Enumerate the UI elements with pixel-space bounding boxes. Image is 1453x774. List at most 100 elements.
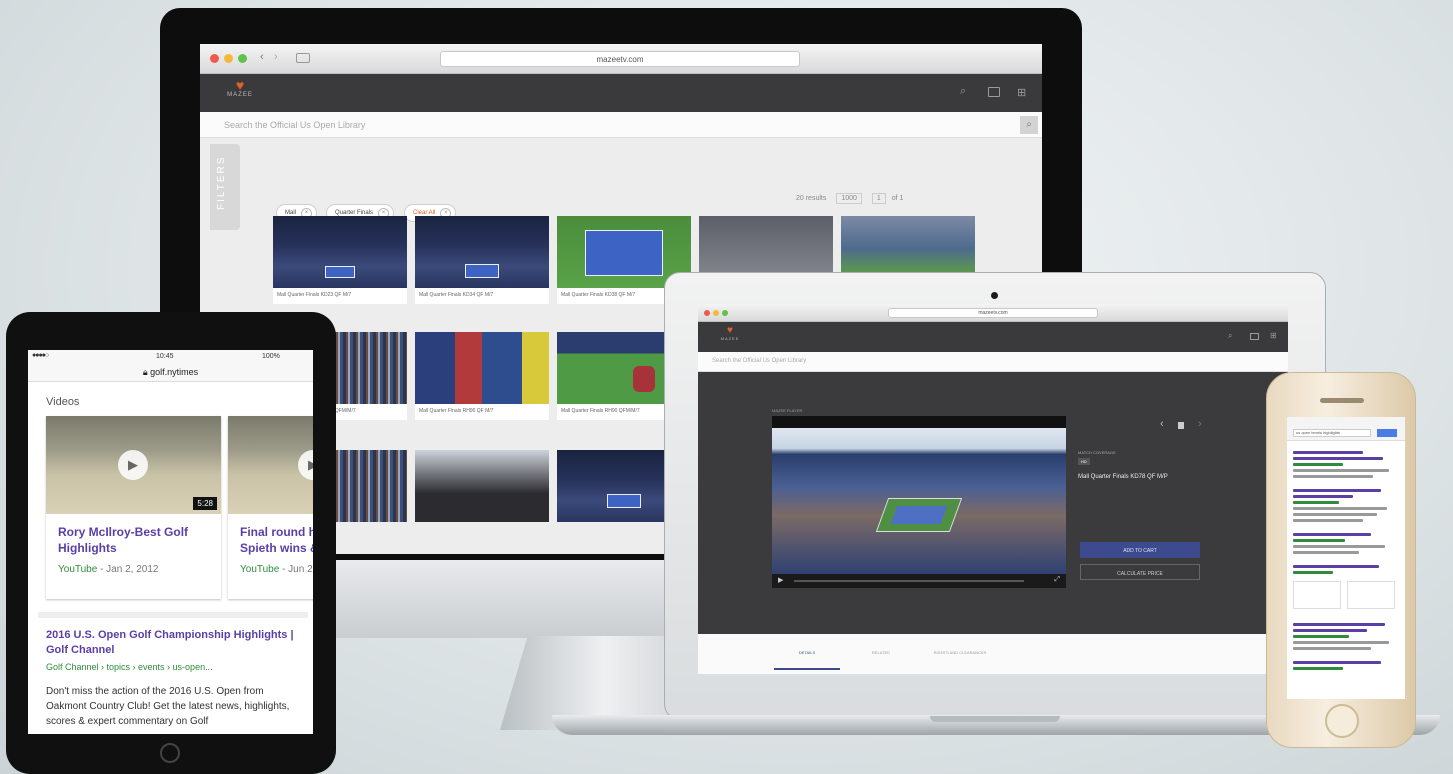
video-card-title[interactable]: Final round h U.S. Open G Spieth wins & [228,514,313,556]
add-to-cart-button[interactable]: ADD TO CART [1080,542,1200,558]
video-card[interactable]: ▶ 5:28 Rory McIlroy-Best Golf Highlights… [46,416,221,599]
laptop-search-bar[interactable]: Search the Official Us Open Library [698,352,1288,372]
cart-icon[interactable]: ⊞ [1017,86,1026,99]
close-dot-icon[interactable] [704,310,710,316]
minimize-dot-icon[interactable] [713,310,719,316]
pagination: 20 results 1000 1 of 1 [796,193,903,204]
tab-rights-and-clearances[interactable]: RIGHTS AND CLEARANCES [910,648,1010,670]
lock-icon: 🔒︎ [142,367,148,377]
search-result-snippet: Don't miss the action of the 2016 U.S. O… [46,686,290,727]
videos-section-title: Videos [46,396,80,408]
video-caption: Mall Quarter Finals RH90 QF M/7 [415,404,549,420]
video-player[interactable]: ▶ ⤢ [772,416,1066,588]
play-icon[interactable]: ▶ [118,450,148,480]
imac-app-header: ♥ MAZEE ⌕ ⊞ [200,74,1042,112]
laptop-url-text: mazeetv.com [978,310,1008,316]
ipad-screen: ●●●●○ 10:45 100% 🔒︎ golf.nytimes Videos … [28,350,313,734]
filters-tab[interactable]: FILTERS [210,144,240,230]
video-card-title[interactable]: Rory McIlroy-Best Golf Highlights [46,514,221,556]
tab-related[interactable]: RELATED [848,648,914,670]
results-count: 20 results [796,195,827,202]
signal-icon: ●●●●○ [32,352,49,359]
video-card-source: YouTube - Jun 2 [240,564,313,575]
progress-bar[interactable] [794,580,1024,582]
search-icon[interactable]: ⌕ [1228,331,1232,341]
next-arrow-icon[interactable]: › [1198,418,1202,430]
laptop-screen: mazeetv.com ♥ MAZEE ⌕ ⊞ Search the Offic… [698,304,1288,674]
iphone-speaker [1320,398,1364,403]
player-label: MAZEE PLAYER [772,408,803,413]
ipad-url-bar[interactable]: 🔒︎ golf.nytimes [28,364,313,382]
maximize-dot-icon[interactable] [238,54,247,63]
video-detail-modal: MAZEE PLAYER ▶ ⤢ ‹ › MATCH COVERAGE HD M… [698,372,1288,634]
video-caption: Mall Quarter Finals KD34 QF M/7 [415,288,549,304]
laptop-url-bar[interactable]: mazeetv.com [888,308,1098,318]
iphone-home-button[interactable] [1325,704,1359,738]
search-result-title[interactable]: 2016 U.S. Open Golf Championship Highlig… [46,628,300,658]
forward-arrow-icon[interactable]: › [274,51,278,63]
player-controls: ▶ ⤢ [772,574,1066,588]
iphone-results [1293,451,1399,691]
video-thumbnail [415,332,549,404]
iphone-search-text[interactable]: us open tennis highlights [1293,429,1371,437]
laptop-app-header: ♥ MAZEE ⌕ ⊞ [698,322,1288,352]
laptop-search-placeholder: Search the Official Us Open Library [712,358,807,364]
mazee-logo[interactable]: ♥ MAZEE [716,325,744,342]
iphone-search-box[interactable]: us open tennis highlights [1287,425,1405,441]
iphone-search-button[interactable] [1377,429,1397,437]
court-inner [890,506,948,524]
imac-url-text: mazeetv.com [596,55,644,64]
mazee-logo[interactable]: ♥ MAZEE [222,78,258,98]
detail-tabs: DETAILS RELATED RIGHTS AND CLEARANCES [698,634,1288,674]
tab-details[interactable]: DETAILS [774,648,840,670]
video-card[interactable]: ▶ Final round h U.S. Open G Spieth wins … [228,416,313,599]
status-time: 10:45 [156,353,174,360]
calculate-price-button[interactable]: CALCULATE PRICE [1080,564,1200,580]
maximize-dot-icon[interactable] [722,310,728,316]
imac-search-bar[interactable]: Search the Official Us Open Library ⌕ [200,112,1042,138]
video-thumbnail [415,216,549,288]
laptop-notch [930,716,1060,722]
play-icon[interactable]: ▶ [778,576,783,584]
folder-icon[interactable] [1250,333,1259,340]
play-icon[interactable]: ▶ [298,450,313,480]
video-thumbnail [415,450,549,522]
video-title: Mall Quarter Finals KD78 QF M/P [1078,474,1168,480]
folder-icon[interactable] [988,87,1000,97]
search-result-url: Golf Channel › topics › events › us-open… [46,662,213,672]
video-tile[interactable]: Mall Quarter Finals RH90 QF M/7 [415,332,549,420]
minimize-dot-icon[interactable] [224,54,233,63]
iphone-status-bar [1287,417,1405,425]
prev-arrow-icon[interactable]: ‹ [1160,418,1164,430]
per-page-select[interactable]: 1000 [836,193,862,204]
video-tile[interactable]: Mall Quarter Finals KD23 QF M/7 [273,216,407,304]
back-arrow-icon[interactable]: ‹ [260,51,264,63]
video-thumbnail: ▶ [228,416,313,514]
video-thumbnail [273,216,407,288]
ipad-home-button[interactable] [160,743,180,763]
ipad-status-bar: ●●●●○ 10:45 100% [28,350,313,364]
mazee-heart-icon: ♥ [727,325,733,336]
cart-icon[interactable]: ⊞ [1270,331,1277,340]
mazee-heart-icon: ♥ [235,77,245,93]
imac-url-bar[interactable]: mazeetv.com [440,51,800,67]
video-frame [772,428,1066,574]
imac-browser-chrome: ‹ › mazeetv.com [200,44,1042,74]
laptop-browser-chrome: mazeetv.com [698,304,1288,322]
category-label: MATCH COVERAGE [1078,450,1116,455]
close-dot-icon[interactable] [210,54,219,63]
status-battery: 100% [262,353,280,360]
download-icon[interactable] [1178,422,1184,429]
video-tile[interactable] [415,450,549,522]
sidebar-toggle-icon[interactable] [296,53,310,63]
imac-search-button-icon[interactable]: ⌕ [1020,116,1038,134]
video-tile[interactable]: Mall Quarter Finals KD34 QF M/7 [415,216,549,304]
video-thumbnail: ▶ 5:28 [46,416,221,514]
search-icon[interactable]: ⌕ [960,85,966,98]
fullscreen-icon[interactable]: ⤢ [1054,576,1060,584]
page-total: of 1 [891,195,904,202]
filters-tab-label: FILTERS [216,155,227,210]
search-result[interactable]: 2016 U.S. Open Golf Championship Highlig… [38,612,308,734]
page-input[interactable]: 1 [871,193,886,204]
iphone-screen: us open tennis highlights [1287,417,1405,699]
